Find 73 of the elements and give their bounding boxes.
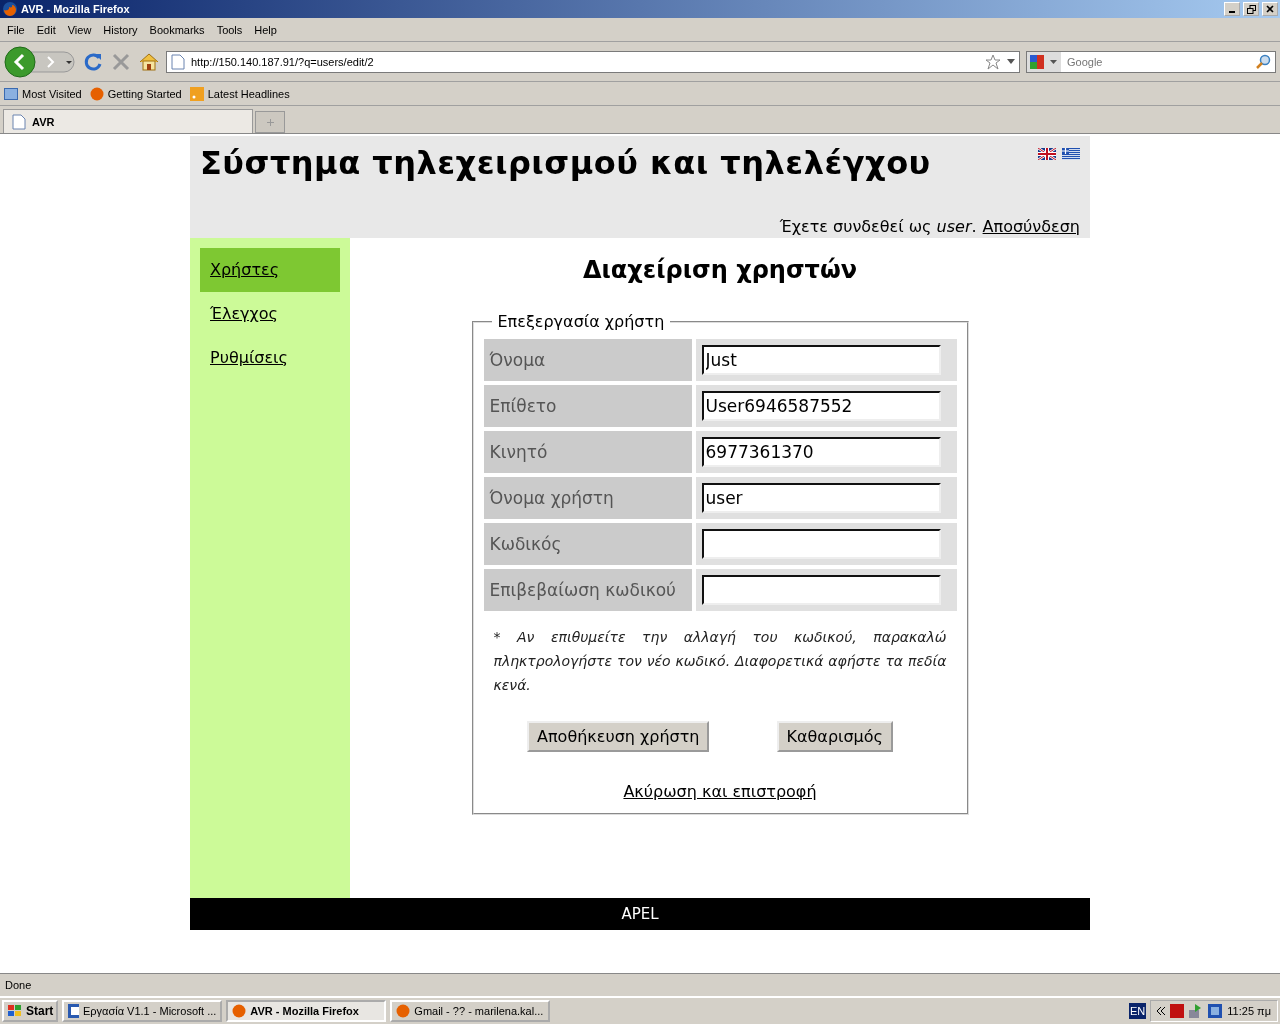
menu-item[interactable]: File xyxy=(3,23,29,36)
clock: 11:25 πμ xyxy=(1227,1005,1271,1017)
greek-flag-icon[interactable] xyxy=(1062,148,1080,160)
taskbar-button[interactable]: AVR - Mozilla Firefox xyxy=(226,1000,387,1022)
sidebar-item[interactable]: Ρυθμίσεις xyxy=(200,336,340,380)
start-button[interactable]: Start xyxy=(2,1000,59,1022)
minimize-button[interactable] xyxy=(1224,2,1240,16)
menu-item[interactable]: Help xyxy=(250,23,281,36)
page-icon xyxy=(12,113,26,130)
taskbar-button[interactable]: Εργασία V1.1 - Microsoft ... xyxy=(62,1000,223,1022)
back-icon[interactable] xyxy=(4,45,76,78)
document-icon xyxy=(68,1004,79,1018)
status-text: Done xyxy=(5,979,32,991)
windows-logo-icon xyxy=(7,1004,23,1018)
menu-item[interactable]: History xyxy=(99,23,142,36)
field-label: Κινητό xyxy=(483,431,692,473)
input-field[interactable] xyxy=(701,575,941,605)
bookmark-link[interactable]: Latest Headlines xyxy=(189,86,290,101)
page-icon xyxy=(171,53,185,70)
login-status: Έχετε συνδεθεί ως user. xyxy=(779,217,977,236)
field-label: Επιβεβαίωση κωδικού xyxy=(483,569,692,611)
close-button[interactable] xyxy=(1262,2,1278,16)
form-legend: Επεξεργασία χρήστη xyxy=(491,312,671,331)
restore-icon xyxy=(1246,4,1256,14)
input-field[interactable]: User6946587552 xyxy=(701,391,941,421)
close-icon xyxy=(1266,5,1274,13)
rss-icon xyxy=(189,86,204,101)
address-bar[interactable]: http://150.140.187.91/?q=users/edit/2 xyxy=(166,50,1020,73)
bookmark-link[interactable]: Most Visited xyxy=(4,86,82,101)
dropdown-icon[interactable] xyxy=(1007,59,1015,64)
bookmark-label: Most Visited xyxy=(22,87,82,100)
task-label: AVR - Mozilla Firefox xyxy=(250,1005,359,1017)
search-bar[interactable]: Google xyxy=(1026,50,1276,73)
bookmark-label: Latest Headlines xyxy=(207,87,290,100)
sidebar-item[interactable]: Χρήστες xyxy=(200,248,340,292)
clear-button[interactable]: Καθαρισμός xyxy=(776,721,893,752)
input-field[interactable]: 6977361370 xyxy=(701,437,941,467)
restore-button[interactable] xyxy=(1243,2,1259,16)
menu-item[interactable]: Bookmarks xyxy=(145,23,209,36)
search-icon[interactable] xyxy=(1255,53,1271,70)
taskbar-button[interactable]: Gmail - ?? - marilena.kal... xyxy=(390,1000,551,1022)
save-button[interactable]: Αποθήκευση χρήστη xyxy=(527,721,710,752)
url-text: http://150.140.187.91/?q=users/edit/2 xyxy=(191,55,375,68)
plus-icon xyxy=(266,119,274,126)
field-label: Όνομα xyxy=(483,339,692,381)
bookmark-label: Getting Started xyxy=(107,87,182,100)
chevron-icon[interactable] xyxy=(1157,1007,1166,1015)
browser-tab[interactable]: AVR xyxy=(3,109,253,133)
app-icon[interactable] xyxy=(1208,1004,1223,1018)
google-icon[interactable] xyxy=(1027,51,1061,72)
language-indicator[interactable]: EN xyxy=(1129,1003,1147,1019)
bookmark-link[interactable]: Getting Started xyxy=(89,86,182,101)
footer-text: APEL xyxy=(621,905,659,923)
field-label: Επίθετο xyxy=(483,385,692,427)
menu-item[interactable]: View xyxy=(63,23,96,36)
star-icon[interactable] xyxy=(985,53,1001,70)
folder-icon xyxy=(4,86,18,101)
window-title: AVR - Mozilla Firefox xyxy=(21,3,131,15)
menu-item[interactable]: Tools xyxy=(212,23,247,36)
cancel-link[interactable]: Ακύρωση και επιστροφή xyxy=(623,782,817,801)
task-label: Εργασία V1.1 - Microsoft ... xyxy=(83,1005,217,1017)
password-note: * Αν επιθυμείτε την αλλαγή του κωδικού, παρακαλώ πληκτρολογήστε τον νέο κωδικό. Διαφορετικά αφήστε τα πεδία κενά. xyxy=(493,628,947,695)
uk-flag-icon[interactable] xyxy=(1038,148,1056,160)
menu-item[interactable]: Edit xyxy=(32,23,60,36)
task-label: Gmail - ?? - marilena.kal... xyxy=(414,1005,544,1017)
page-heading: Διαχείριση χρηστών xyxy=(582,256,858,284)
input-field[interactable]: user xyxy=(701,483,941,513)
input-field[interactable] xyxy=(701,529,941,559)
field-label: Κωδικός xyxy=(483,523,692,565)
logout-link[interactable]: Αποσύνδεση xyxy=(982,217,1080,236)
sidebar-item[interactable]: Έλεγχος xyxy=(200,292,340,336)
field-label: Όνομα χρήστη xyxy=(483,477,692,519)
site-title: Σύστημα τηλεχειρισμού και τηλελέγχου xyxy=(200,144,931,182)
